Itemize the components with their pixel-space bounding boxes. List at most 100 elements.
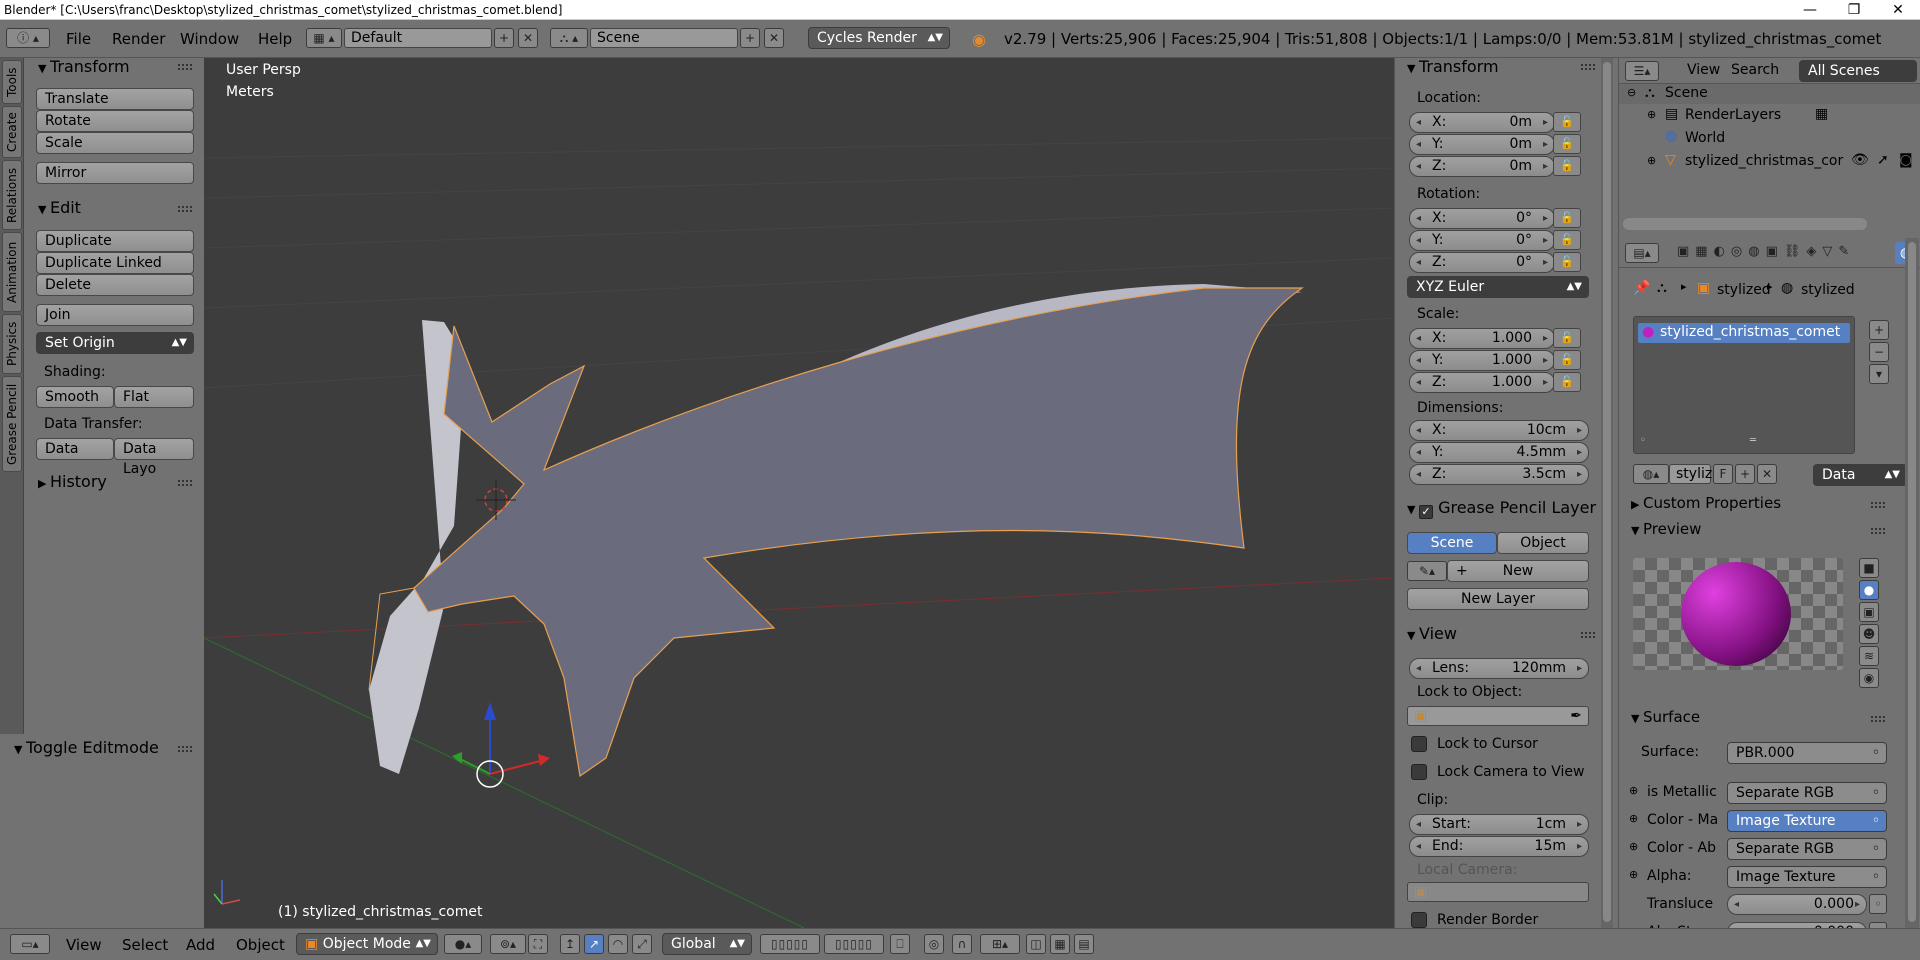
gp-new-button[interactable]: + New	[1447, 560, 1589, 582]
viewport-shading-icon[interactable]: ●▴	[444, 934, 482, 954]
cursor-select-icon[interactable]: ➚	[1877, 152, 1889, 168]
scale-x-field[interactable]: X: 1.000	[1409, 328, 1555, 349]
layout-icon[interactable]: ▦ ▴	[306, 28, 342, 48]
outliner-item-world[interactable]: World	[1685, 130, 1725, 146]
preview-header[interactable]: ▼ Preview	[1631, 520, 1701, 538]
lock-icon[interactable]: 🔓	[1553, 350, 1581, 370]
transform-manipulator[interactable]	[452, 702, 550, 788]
history-panel-header[interactable]: ▶ History	[38, 472, 107, 491]
tab-grease-pencil[interactable]: Grease Pencil	[2, 376, 22, 472]
close-button[interactable]: ✕	[1876, 0, 1920, 20]
pivot-point-icon[interactable]: ⊚▴	[490, 934, 526, 954]
view-panel-header[interactable]: ▼ View	[1407, 624, 1457, 643]
preview-cube-icon[interactable]: ▣	[1859, 602, 1879, 622]
minimize-button[interactable]: —	[1788, 0, 1832, 20]
duplicate-linked-button[interactable]: Duplicate Linked	[36, 252, 194, 274]
expand-icon[interactable]: ⊕	[1647, 154, 1656, 167]
location-x-field[interactable]: X: 0m	[1409, 112, 1555, 133]
rotation-y-field[interactable]: Y: 0°	[1409, 230, 1555, 251]
snap-element-icon[interactable]: ⊞▴	[980, 934, 1020, 954]
custom-properties-header[interactable]: ▶ Custom Properties	[1631, 494, 1781, 512]
expand-input-icon[interactable]: ⊕	[1629, 784, 1638, 797]
lock-layers-icon[interactable]: ⎕	[890, 934, 910, 954]
collapse-icon[interactable]: ⊖	[1627, 86, 1636, 99]
grease-pencil-layer-header[interactable]: ▼ ✓ Grease Pencil Layer	[1407, 498, 1596, 519]
lock-icon[interactable]: 🔓	[1553, 134, 1581, 154]
context-tabs-icon[interactable]: ▣▦◐◎◍▣⛓◈▽✎	[1677, 244, 1855, 259]
render-engine-select[interactable]: Cycles Render ▲▼	[808, 27, 950, 49]
preview-monkey-icon[interactable]: ☻	[1859, 624, 1879, 644]
outliner-item-scene[interactable]: Scene	[1665, 85, 1708, 101]
tab-physics[interactable]: Physics	[2, 314, 22, 374]
info-editor-icon[interactable]: ⓘ ▴	[6, 28, 50, 48]
manipulator-toggle-icon[interactable]: ⛶	[528, 934, 548, 954]
gp-new-layer-button[interactable]: New Layer	[1407, 588, 1589, 610]
node-socket-icon[interactable]: ◦	[1869, 894, 1887, 914]
lock-cursor-checkbox[interactable]	[1411, 736, 1427, 752]
input-node-select[interactable]: Separate RGB ◦	[1727, 782, 1887, 804]
new-material-icon[interactable]: +	[1735, 464, 1755, 484]
dimensions-y-field[interactable]: Y: 4.5mm	[1409, 442, 1589, 463]
mirror-button[interactable]: Mirror	[36, 162, 194, 184]
rotate-button[interactable]: Rotate	[36, 110, 194, 132]
remove-scene-icon[interactable]: ✕	[764, 28, 784, 48]
panel-grip-icon[interactable]	[1871, 528, 1885, 534]
outliner-editor-icon[interactable]: ☰▴	[1625, 61, 1659, 81]
gp-object-button[interactable]: Object	[1497, 532, 1589, 554]
snap-toggle-icon[interactable]: ∩	[952, 934, 972, 954]
menu-help[interactable]: Help	[258, 30, 292, 48]
panel-grip-icon[interactable]	[1871, 716, 1885, 722]
expand-input-icon[interactable]: ⊕	[1629, 868, 1638, 881]
lock-icon[interactable]: 🔓	[1553, 328, 1581, 348]
lock-icon[interactable]: 🔓	[1553, 252, 1581, 272]
scale-manipulator-icon[interactable]: ◠	[608, 934, 628, 954]
panel-grip-icon[interactable]	[1581, 64, 1595, 70]
render-layer-toggle-icon[interactable]: ▦	[1815, 106, 1828, 122]
link-select[interactable]: Data ▲▼	[1813, 464, 1907, 486]
outliner-item-comet[interactable]: stylized_christmas_cor	[1685, 153, 1845, 169]
preview-sphere-icon[interactable]: ●	[1859, 580, 1879, 600]
outliner-search-menu[interactable]: Search	[1731, 62, 1779, 78]
remove-layout-icon[interactable]: ✕	[518, 28, 538, 48]
tab-tools[interactable]: Tools	[2, 60, 22, 104]
input-node-select[interactable]: Image Texture ◦	[1727, 866, 1887, 888]
menu-add[interactable]: Add	[186, 936, 215, 954]
scene-icon[interactable]: ⛬ ▴	[550, 28, 588, 48]
lock-icon[interactable]: 🔓	[1553, 208, 1581, 228]
list-resize-icon[interactable]: ◦	[1640, 435, 1646, 446]
pencil-icon[interactable]: ✎▴	[1407, 561, 1447, 581]
render-animation-icon[interactable]: ▦	[1050, 934, 1070, 954]
location-y-field[interactable]: Y: 0m	[1409, 134, 1555, 155]
flat-button[interactable]: Flat	[114, 386, 194, 408]
translucent-field[interactable]: 0.000	[1727, 894, 1867, 915]
lock-icon[interactable]: 🔓	[1553, 372, 1581, 392]
material-slot-row[interactable]: ● stylized_christmas_comet	[1638, 323, 1850, 343]
material-browse-icon[interactable]: ◍▴	[1633, 464, 1669, 484]
lock-icon[interactable]: 🔓	[1553, 156, 1581, 176]
pin-icon[interactable]: 📌	[1633, 280, 1650, 296]
dimensions-z-field[interactable]: Z: 3.5cm	[1409, 464, 1589, 485]
edit-panel-header[interactable]: ▼ Edit	[38, 198, 81, 217]
surface-node-select[interactable]: PBR.000 ◦	[1727, 742, 1887, 764]
preview-sky-icon[interactable]: ◉	[1859, 668, 1879, 688]
eye-icon[interactable]: 👁	[1851, 152, 1869, 168]
layers-grid-icon-2[interactable]: ▯▯▯▯▯	[824, 934, 884, 954]
clip-start-field[interactable]: Start: 1cm	[1409, 814, 1589, 835]
tab-create[interactable]: Create	[2, 106, 22, 158]
display-mode-select[interactable]: All Scenes	[1799, 60, 1917, 82]
scrollbar[interactable]	[1601, 58, 1613, 928]
add-slot-icon[interactable]: +	[1869, 320, 1889, 340]
menu-object[interactable]: Object	[236, 936, 285, 954]
maximize-button[interactable]: ❐	[1832, 0, 1876, 20]
clip-end-field[interactable]: End: 15m	[1409, 836, 1589, 857]
tab-animation[interactable]: Animation	[2, 232, 22, 312]
outliner-hscrollbar[interactable]	[1623, 218, 1867, 230]
unlink-material-icon[interactable]: ✕	[1757, 464, 1777, 484]
layers-grid-icon[interactable]: ▯▯▯▯▯	[760, 934, 820, 954]
input-node-select[interactable]: Separate RGB ◦	[1727, 838, 1887, 860]
remove-slot-icon[interactable]: −	[1869, 342, 1889, 362]
location-z-field[interactable]: Z: 0m	[1409, 156, 1555, 177]
preview-hair-icon[interactable]: ≋	[1859, 646, 1879, 666]
transform-panel-header[interactable]: ▼ Transform	[1407, 57, 1499, 76]
scene-field[interactable]: Scene	[590, 28, 738, 48]
